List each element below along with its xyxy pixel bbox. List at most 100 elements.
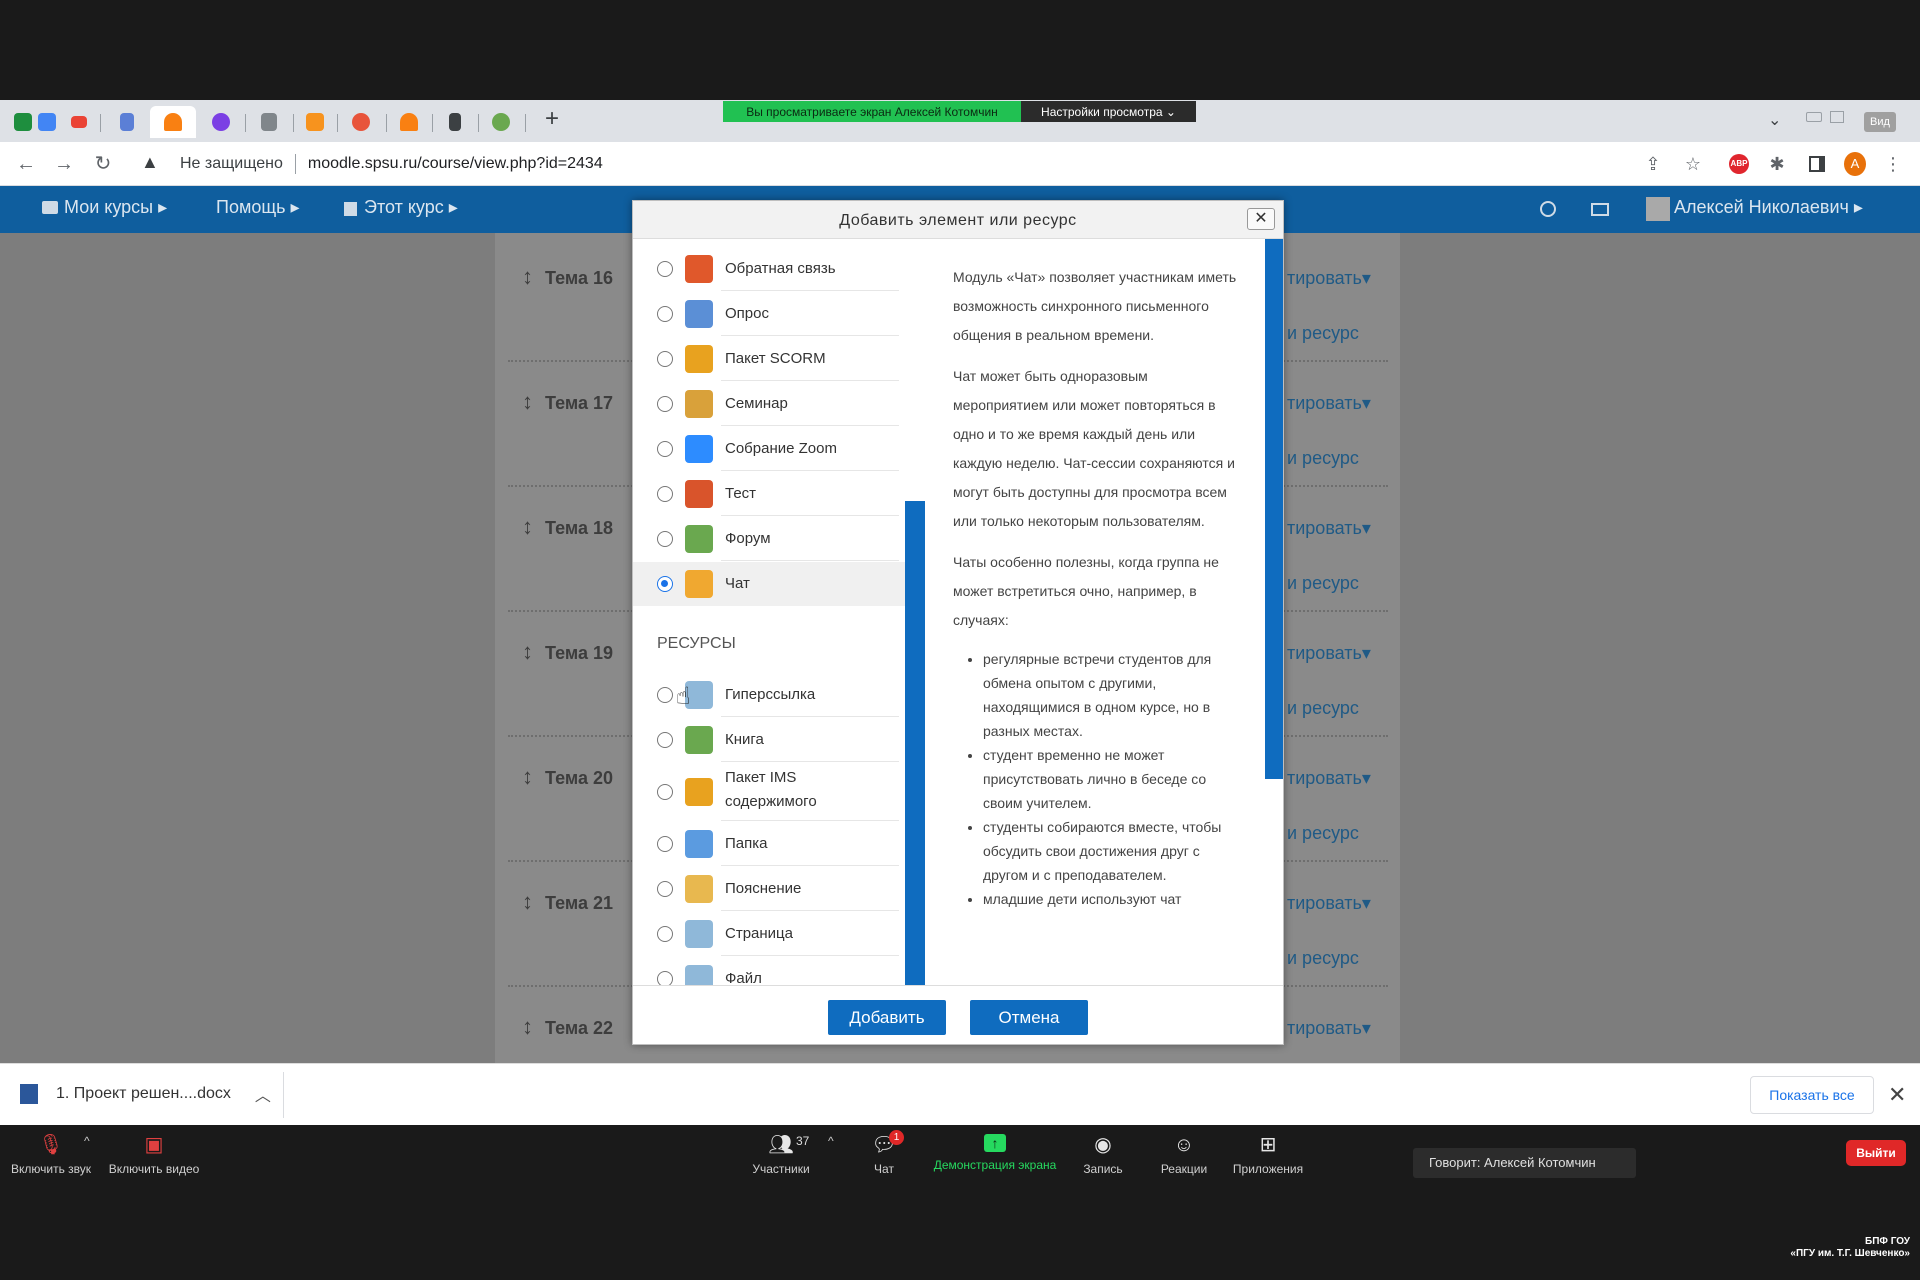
edit-menu-link[interactable]: тировать▾ (1287, 768, 1371, 789)
tab-4[interactable] (110, 106, 144, 138)
radio-button[interactable] (657, 306, 673, 322)
url-text[interactable]: moodle.spsu.ru/course/view.php?id=2434 (308, 155, 603, 173)
apps-button[interactable]: ⊞ Приложения (1230, 1128, 1306, 1176)
tab-8[interactable] (298, 106, 332, 138)
close-downloads-icon[interactable]: ✕ (1888, 1082, 1906, 1108)
forward-arrow-icon[interactable]: → (52, 152, 76, 176)
nav-user-menu[interactable]: Алексей Николаевич ▸ (1674, 197, 1863, 218)
new-tab-button[interactable]: + (540, 107, 564, 132)
option-item[interactable]: Книга (633, 718, 905, 762)
add-resource-link[interactable]: и ресурс (1287, 948, 1359, 969)
mail-icon[interactable] (1591, 203, 1609, 216)
radio-button[interactable] (657, 441, 673, 457)
extensions-puzzle-icon[interactable]: ✱ (1766, 153, 1788, 175)
option-item[interactable]: Форум (633, 517, 905, 561)
adblock-icon[interactable]: ABP (1728, 153, 1750, 175)
tab-12[interactable] (484, 106, 518, 138)
option-item[interactable]: Чат (633, 562, 905, 606)
radio-button[interactable] (657, 261, 673, 277)
not-secure-label[interactable]: Не защищено (180, 155, 283, 173)
radio-button[interactable] (657, 926, 673, 942)
option-item[interactable]: Опрос (633, 292, 905, 336)
minimize-icon[interactable] (1806, 112, 1822, 122)
tab-6[interactable] (204, 106, 238, 138)
move-arrow-icon[interactable]: ↕ (522, 639, 533, 665)
add-resource-link[interactable]: и ресурс (1287, 823, 1359, 844)
record-button[interactable]: ◉ Запись (1080, 1128, 1126, 1176)
move-arrow-icon[interactable]: ↕ (522, 764, 533, 790)
audio-options-chevron-icon[interactable]: ^ (84, 1134, 90, 1148)
kebab-menu-icon[interactable]: ⋮ (1882, 153, 1904, 175)
omnibox[interactable]: ▲ Не защищено moodle.spsu.ru/course/view… (138, 147, 1678, 181)
tab-11[interactable] (438, 106, 472, 138)
option-item[interactable]: Папка (633, 822, 905, 866)
add-resource-link[interactable]: и ресурс (1287, 323, 1359, 344)
side-panel-icon[interactable] (1806, 153, 1828, 175)
tab-10[interactable] (392, 106, 426, 138)
add-resource-link[interactable]: и ресурс (1287, 448, 1359, 469)
edit-menu-link[interactable]: тировать▾ (1287, 393, 1371, 414)
nav-help[interactable]: Помощь ▸ (216, 197, 300, 218)
radio-button[interactable] (657, 687, 673, 703)
profile-avatar[interactable]: A (1844, 152, 1866, 176)
unmute-button[interactable]: 🎙︎ Включить звук (8, 1128, 94, 1176)
option-item[interactable]: Тест (633, 472, 905, 516)
edit-menu-link[interactable]: тировать▾ (1287, 893, 1371, 914)
show-all-button[interactable]: Показать все (1750, 1076, 1874, 1114)
help-scrollbar-thumb[interactable] (1265, 239, 1283, 779)
tab-search-chevron-icon[interactable]: ⌄ (1768, 110, 1781, 130)
add-resource-link[interactable]: и ресурс (1287, 698, 1359, 719)
nav-this-course[interactable]: Этот курс ▸ (364, 197, 458, 218)
bookmark-star-icon[interactable]: ☆ (1682, 153, 1704, 175)
move-arrow-icon[interactable]: ↕ (522, 514, 533, 540)
edit-menu-link[interactable]: тировать▾ (1287, 1018, 1371, 1039)
move-arrow-icon[interactable]: ↕ (522, 889, 533, 915)
tab-moodle-active[interactable] (150, 106, 196, 138)
edit-menu-link[interactable]: тировать▾ (1287, 268, 1371, 289)
tab-9[interactable] (344, 106, 378, 138)
radio-button[interactable] (657, 784, 673, 800)
move-arrow-icon[interactable]: ↕ (522, 1014, 533, 1040)
option-item[interactable]: Пакет SCORM (633, 337, 905, 381)
option-item[interactable]: Файл (633, 957, 905, 985)
reactions-button[interactable]: ☺ Реакции (1158, 1128, 1210, 1176)
view-settings-button[interactable]: Настройки просмотра ⌄ (1021, 101, 1196, 122)
close-icon[interactable]: ✕ (1247, 208, 1275, 230)
option-item[interactable]: Собрание Zoom (633, 427, 905, 471)
chevron-up-icon[interactable]: ︿ (255, 1082, 271, 1106)
radio-button[interactable] (657, 396, 673, 412)
share-icon[interactable]: ⇪ (1642, 153, 1664, 175)
download-item[interactable]: 1. Проект решен....docx ︿ (20, 1082, 271, 1106)
back-arrow-icon[interactable]: ← (14, 152, 38, 176)
share-screen-button[interactable]: ↑ Демонстрация экрана (930, 1128, 1060, 1172)
radio-button[interactable] (657, 881, 673, 897)
edit-menu-link[interactable]: тировать▾ (1287, 518, 1371, 539)
option-item[interactable]: Семинар (633, 382, 905, 426)
option-item[interactable]: Обратная связь (633, 247, 905, 291)
radio-button[interactable] (657, 836, 673, 852)
restore-icon[interactable] (1830, 111, 1844, 123)
view-button[interactable]: Вид (1864, 112, 1896, 132)
add-resource-link[interactable]: и ресурс (1287, 573, 1359, 594)
radio-button[interactable] (657, 486, 673, 502)
move-arrow-icon[interactable]: ↕ (522, 264, 533, 290)
start-video-button[interactable]: ▣ Включить видео (106, 1128, 202, 1176)
move-arrow-icon[interactable]: ↕ (522, 389, 533, 415)
reload-icon[interactable]: ↻ (91, 152, 115, 176)
tab-3[interactable] (62, 106, 96, 138)
radio-button[interactable] (657, 351, 673, 367)
tab-7[interactable] (252, 106, 286, 138)
tab-2[interactable] (30, 106, 64, 138)
radio-button[interactable] (657, 531, 673, 547)
nav-my-courses[interactable]: Мои курсы ▸ (64, 197, 167, 218)
radio-button[interactable] (657, 971, 673, 985)
list-scroll-strip[interactable] (905, 501, 925, 985)
cancel-button[interactable]: Отмена (970, 1000, 1088, 1035)
participants-chevron-icon[interactable]: ^ (828, 1134, 834, 1148)
radio-button[interactable] (657, 732, 673, 748)
option-item[interactable]: Гиперссылка (633, 673, 905, 717)
user-avatar[interactable] (1646, 197, 1670, 221)
radio-button[interactable] (657, 576, 673, 592)
settings-circle-icon[interactable] (1540, 201, 1556, 217)
add-button[interactable]: Добавить (828, 1000, 946, 1035)
